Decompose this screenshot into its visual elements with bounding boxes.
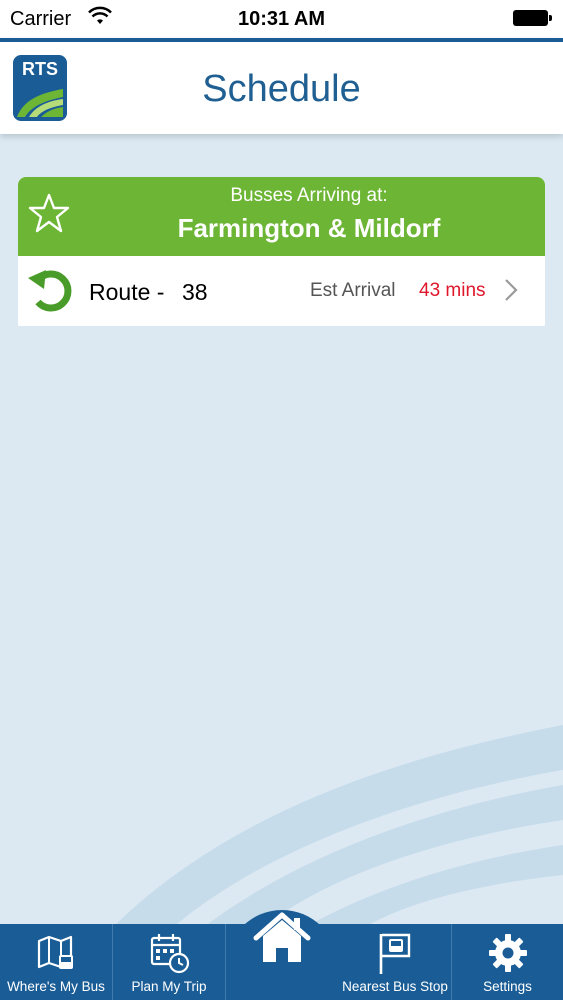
tab-nearest-bus-stop[interactable]: Nearest Bus Stop	[339, 924, 452, 1000]
tab-label: Where's My Bus	[7, 979, 105, 994]
background-swoosh	[110, 725, 563, 930]
tab-bar: Where's My Bus Plan My Trip Nearest Bus …	[0, 912, 563, 1000]
calendar-clock-icon	[150, 934, 190, 974]
tab-home[interactable]	[226, 912, 338, 1000]
status-bar: Carrier 10:31 AM	[0, 0, 563, 38]
gear-icon	[489, 934, 527, 972]
bus-stop-flag-icon	[379, 933, 411, 974]
est-arrival-value: 43 mins	[419, 280, 486, 301]
home-icon	[253, 912, 311, 962]
est-arrival-label: Est Arrival	[310, 280, 396, 301]
route-label: Route -	[89, 279, 165, 305]
battery-icon	[513, 10, 553, 26]
app-header: RTS Schedule	[0, 38, 563, 134]
arriving-subtitle: Busses Arriving at:	[230, 185, 388, 206]
status-time: 10:31 AM	[237, 8, 326, 30]
route-row[interactable]: Route - 38 Est Arrival 43 mins	[18, 256, 545, 326]
chevron-right-icon	[505, 279, 518, 301]
map-bus-icon	[37, 935, 73, 969]
tab-label: Settings	[483, 979, 532, 994]
route-arrow-icon	[28, 270, 72, 312]
tab-label: Nearest Bus Stop	[342, 979, 448, 994]
tab-settings[interactable]: Settings	[452, 924, 563, 1000]
stop-card: Busses Arriving at: Farmington & Mildorf…	[18, 177, 545, 326]
tab-wheres-my-bus[interactable]: Where's My Bus	[0, 924, 113, 1000]
stop-card-header: Busses Arriving at: Farmington & Mildorf	[18, 177, 545, 256]
tab-label: Plan My Trip	[131, 979, 207, 994]
stop-name: Farmington & Mildorf	[177, 213, 441, 243]
route-number: 38	[182, 279, 208, 305]
page-title: Schedule	[202, 68, 361, 110]
schedule-screen: Carrier 10:31 AM RTS Schedule Busses Arr…	[0, 0, 563, 1000]
tab-plan-my-trip[interactable]: Plan My Trip	[113, 924, 226, 1000]
